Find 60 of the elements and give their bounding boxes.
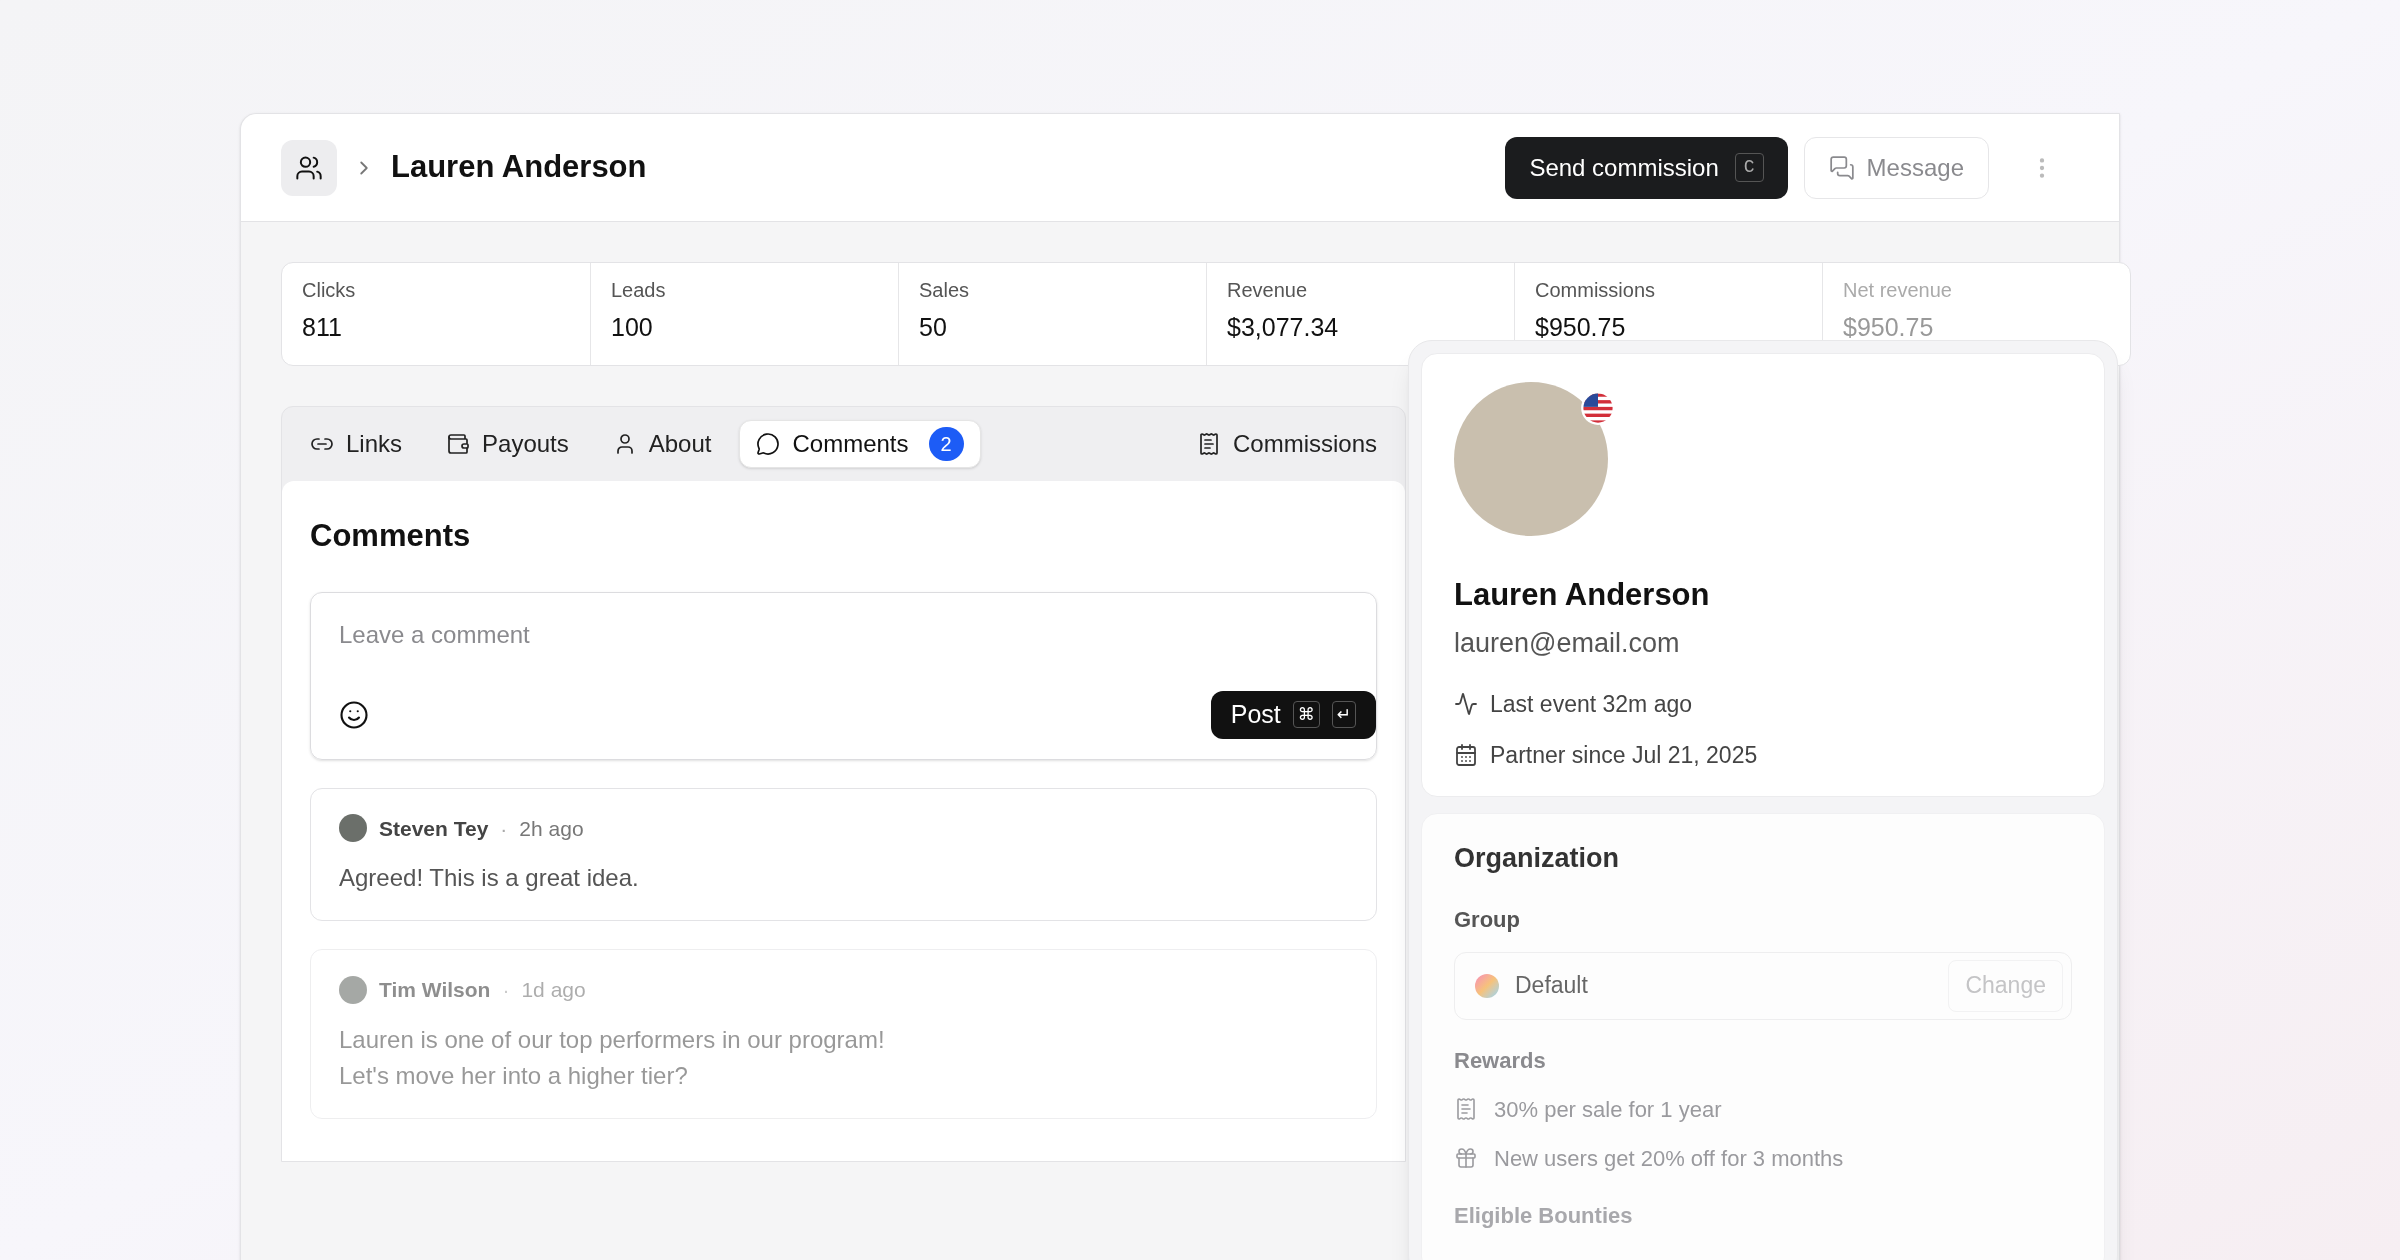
partners-icon[interactable] — [281, 139, 337, 196]
reward-text: 30% per sale for 1 year — [1494, 1095, 1722, 1124]
separator-dot: · — [500, 815, 508, 842]
comment-field[interactable]: Leave a comment Post ⌘ ↵ — [310, 591, 1377, 760]
stat-value: 50 — [919, 312, 948, 343]
last-event-text: Last event 32m ago — [1490, 690, 1693, 719]
avatar — [339, 814, 367, 843]
comment-text: Agreed! This is a great idea. — [339, 863, 640, 893]
chat-icon — [1828, 154, 1855, 181]
tab-icon — [446, 432, 471, 456]
stat-value: 100 — [611, 312, 654, 343]
count-badge: 2 — [928, 427, 964, 461]
partner-since-text: Partner since Jul 21, 2025 — [1490, 740, 1758, 770]
separator-dot: · — [502, 977, 510, 1003]
group-field[interactable]: Default Change — [1454, 951, 2072, 1020]
comment-author: Tim Wilson — [379, 977, 491, 1003]
field-label: Group — [1454, 905, 1521, 934]
post-button[interactable]: Post ⌘ ↵ — [1210, 690, 1376, 739]
comment-time: 2h ago — [519, 815, 584, 842]
stat-value: $950.75 — [1535, 312, 1627, 343]
field-label: Rewards — [1454, 1046, 1547, 1075]
tab[interactable]: Commissions — [1180, 420, 1393, 468]
comment-text: Lauren is one of our top performers in our program! — [339, 1024, 886, 1055]
tab[interactable]: Comments 2 — [739, 420, 981, 468]
comment-time: 1d ago — [521, 977, 586, 1003]
stat-label: Sales — [919, 278, 971, 303]
comment-author: Steven Tey — [379, 815, 489, 842]
profile-name: Lauren Anderson — [1454, 576, 1711, 614]
send-commission-button[interactable]: Send commission C — [1505, 136, 1788, 199]
tab[interactable]: About — [596, 420, 728, 468]
stat-value: $950.75 — [1843, 312, 1935, 343]
stat-label: Commissions — [1535, 278, 1657, 303]
shortcut-key: C — [1734, 153, 1764, 182]
activity-icon — [1454, 692, 1478, 717]
calendar-icon — [1454, 742, 1478, 767]
stat-label: Clicks — [302, 278, 357, 303]
flag-icon — [1580, 390, 1616, 426]
profile-email: lauren@email.com — [1454, 626, 1681, 660]
emoji-icon[interactable] — [339, 699, 369, 730]
field-label: Eligible Bounties — [1454, 1201, 1634, 1230]
reward-text: New users get 20% off for 3 months — [1494, 1144, 1844, 1173]
tab[interactable]: Payouts — [430, 420, 585, 468]
tab-icon — [756, 432, 781, 456]
section-title: Organization — [1454, 842, 1620, 875]
page-title: Lauren Anderson — [391, 148, 647, 187]
stat-value: 811 — [302, 312, 343, 343]
comment-text: Let's move her into a higher tier? — [339, 1060, 689, 1091]
reward-icon — [1454, 1097, 1478, 1121]
stat-label: Leads — [611, 278, 667, 303]
shortcut-key: ⌘ — [1292, 700, 1320, 729]
stat-value: $3,077.34 — [1227, 312, 1340, 343]
section-title: Comments — [310, 517, 472, 555]
avatar — [339, 975, 367, 1004]
reward-icon — [1454, 1146, 1478, 1170]
stat-label: Net revenue — [1843, 278, 1953, 303]
tab[interactable]: Links — [294, 420, 419, 468]
comment-input[interactable]: Leave a comment — [339, 616, 1348, 653]
stat-label: Revenue — [1227, 278, 1309, 303]
group-value: Default — [1515, 971, 1588, 1001]
shortcut-key: ↵ — [1331, 700, 1356, 729]
